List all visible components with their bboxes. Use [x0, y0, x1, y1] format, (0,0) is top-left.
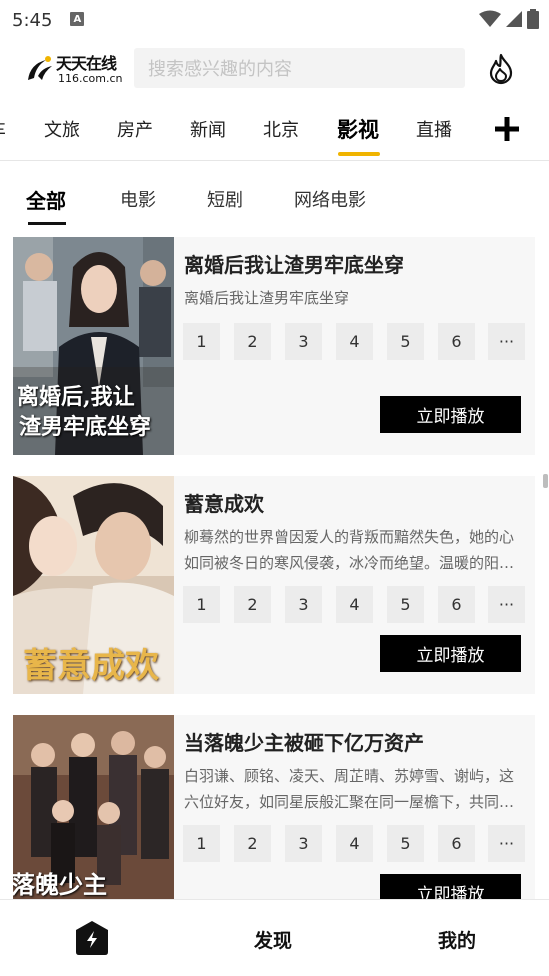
nav-discover[interactable]: 发现 [254, 926, 292, 953]
episode-button[interactable]: 2 [234, 586, 271, 623]
notification-icon: A [70, 12, 85, 26]
video-poster[interactable]: 落魄少主 [13, 715, 174, 899]
episode-button[interactable]: 3 [285, 323, 322, 360]
poster-caption: 蓄意成欢 [23, 646, 159, 686]
search-placeholder: 搜索感兴趣的内容 [148, 59, 292, 80]
scrollbar[interactable] [543, 474, 548, 488]
video-card[interactable]: 蓄意成欢 蓄意成欢 柳蓦然的世界曾因爱人的背叛而黯然失色，她的心如同被冬日的寒风… [13, 476, 535, 694]
tab-car[interactable]: 车 [0, 116, 6, 142]
app-header: 天天在线 116.com.cn 搜索感兴趣的内容 [0, 42, 549, 94]
flame-icon [489, 53, 513, 85]
episode-button[interactable]: 4 [336, 586, 373, 623]
category-tabs: 车 文旅 房产 新闻 北京 影视 直播 [0, 100, 549, 158]
status-time: 5:45 [12, 9, 53, 31]
tab-video[interactable]: 影视 [337, 114, 379, 144]
nav-mine[interactable]: 我的 [438, 926, 476, 953]
poster-caption: 渣男牢底坐穿 [19, 414, 152, 440]
episode-button[interactable]: 5 [387, 323, 424, 360]
logo-domain: 116.com.cn [58, 72, 123, 85]
logo-text: 天天在线 [56, 54, 117, 73]
tab-realestate[interactable]: 房产 [117, 116, 153, 142]
add-tab-icon[interactable] [494, 116, 520, 142]
app-logo[interactable]: 天天在线 116.com.cn [24, 50, 134, 90]
episode-button[interactable]: 3 [285, 586, 322, 623]
search-input[interactable]: 搜索感兴趣的内容 [134, 48, 465, 88]
signal-icon [506, 11, 522, 27]
bottom-nav: 发现 我的 [0, 899, 549, 976]
home-icon[interactable] [74, 920, 110, 956]
tab-beijing[interactable]: 北京 [263, 116, 299, 142]
sub-tabs: 全部 电影 短剧 网络电影 [0, 176, 549, 228]
tab-travel[interactable]: 文旅 [44, 116, 80, 142]
subtab-movie[interactable]: 电影 [120, 186, 156, 212]
episode-button[interactable]: 1 [183, 825, 220, 862]
episode-button[interactable]: 1 [183, 323, 220, 360]
play-button[interactable]: 立即播放 [380, 396, 521, 433]
play-button[interactable]: 立即播放 [380, 874, 521, 899]
episode-button[interactable]: 1 [183, 586, 220, 623]
poster-caption: 落魄少主 [13, 870, 107, 899]
episode-button[interactable]: 6 [438, 825, 475, 862]
more-episodes-button[interactable]: ··· [488, 586, 525, 623]
play-button[interactable]: 立即播放 [380, 635, 521, 672]
subtab-indicator [28, 222, 66, 225]
header-divider [0, 160, 549, 161]
battery-icon [527, 9, 539, 29]
video-card[interactable]: 离婚后,我让 渣男牢底坐穿 离婚后我让渣男牢底坐穿 离婚后我让渣男牢底坐穿 1 … [13, 237, 535, 455]
tab-news[interactable]: 新闻 [190, 116, 226, 142]
status-indicators [479, 9, 539, 29]
video-description: 柳蓦然的世界曾因爱人的背叛而黯然失色，她的心如同被冬日的寒风侵袭，冰冷而绝望。温… [184, 528, 515, 572]
more-episodes-button[interactable]: ··· [488, 323, 525, 360]
video-description: 白羽谦、顾铭、凌天、周芷晴、苏婷雪、谢屿，这六位好友，如同星辰般汇聚在同一屋檐下… [184, 767, 515, 811]
video-title[interactable]: 离婚后我让渣男牢底坐穿 [184, 249, 404, 278]
episode-button[interactable]: 5 [387, 586, 424, 623]
episode-button[interactable]: 5 [387, 825, 424, 862]
tab-live[interactable]: 直播 [416, 116, 452, 142]
subtab-web-movie[interactable]: 网络电影 [294, 186, 366, 212]
subtab-all[interactable]: 全部 [26, 185, 66, 214]
video-description: 离婚后我让渣男牢底坐穿 [184, 289, 350, 307]
video-title[interactable]: 当落魄少主被砸下亿万资产 [184, 727, 424, 756]
more-episodes-button[interactable]: ··· [488, 825, 525, 862]
video-title[interactable]: 蓄意成欢 [184, 488, 264, 517]
episode-button[interactable]: 4 [336, 825, 373, 862]
logo-mark-icon [28, 56, 52, 80]
video-poster[interactable]: 蓄意成欢 [13, 476, 174, 694]
wifi-icon [479, 10, 501, 27]
episode-button[interactable]: 4 [336, 323, 373, 360]
episode-button[interactable]: 6 [438, 586, 475, 623]
episode-button[interactable]: 6 [438, 323, 475, 360]
episode-button[interactable]: 3 [285, 825, 322, 862]
hot-button[interactable] [484, 50, 518, 88]
subtab-short-drama[interactable]: 短剧 [207, 186, 243, 212]
active-tab-indicator [338, 152, 380, 156]
episode-button[interactable]: 2 [234, 825, 271, 862]
video-poster[interactable]: 离婚后,我让 渣男牢底坐穿 [13, 237, 174, 455]
status-bar: 5:45 A [0, 0, 549, 38]
poster-caption: 离婚后,我让 [17, 384, 135, 410]
video-card[interactable]: 落魄少主 当落魄少主被砸下亿万资产 白羽谦、顾铭、凌天、周芷晴、苏婷雪、谢屿，这… [13, 715, 535, 899]
episode-button[interactable]: 2 [234, 323, 271, 360]
